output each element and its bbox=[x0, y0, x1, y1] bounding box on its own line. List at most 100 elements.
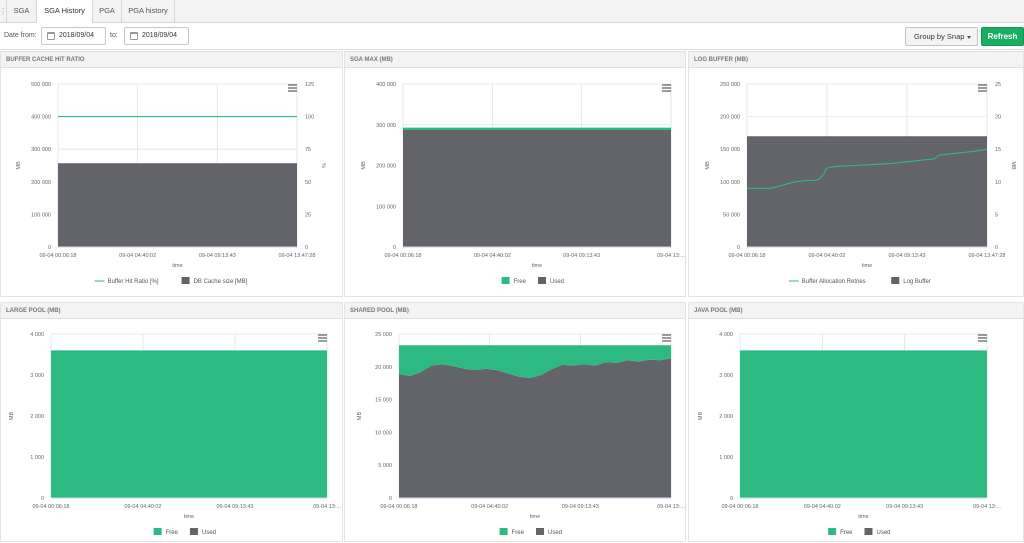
panel-title: SHARED POOL (MB) bbox=[345, 303, 685, 319]
legend-swatch bbox=[154, 528, 162, 535]
legend-swatch bbox=[865, 528, 873, 535]
chevron-down-icon bbox=[967, 36, 971, 39]
area-used bbox=[403, 130, 671, 247]
y-tick-label: 100 000 bbox=[720, 180, 740, 186]
tab-bar: ⋮ SGA SGA History PGA PGA history bbox=[0, 0, 1024, 23]
legend-label: Free bbox=[166, 530, 179, 536]
chart-log-buffer: 250 000200 000150 000100 00050 000025201… bbox=[689, 69, 1024, 298]
y-tick-label: 0 bbox=[48, 245, 51, 251]
menu-icon[interactable] bbox=[978, 335, 987, 341]
y2-tick-label: 10 bbox=[995, 180, 1001, 186]
x-tick-label: 09-04 13:47:28 bbox=[278, 253, 315, 259]
menu-icon[interactable] bbox=[978, 85, 987, 91]
y2-axis-title: % bbox=[320, 163, 326, 168]
chart-sga-max: 400 000300 000200 000100 0000MB09-04 00:… bbox=[345, 69, 687, 298]
x-tick-label: 09-04 13:... bbox=[313, 504, 341, 510]
y2-tick-label: 25 bbox=[995, 82, 1001, 88]
date-from-label: Date from: bbox=[4, 32, 37, 39]
y2-axis-title: MB bbox=[1010, 161, 1016, 170]
x-tick-label: 09-04 00:06:18 bbox=[380, 504, 417, 510]
panel-shared-pool: SHARED POOL (MB) 25 00020 00015 00010 00… bbox=[344, 302, 686, 542]
legend-label: Used bbox=[877, 530, 891, 536]
x-tick-label: 09-04 00:06:18 bbox=[721, 504, 758, 510]
y2-tick-label: 20 bbox=[995, 115, 1001, 121]
x-tick-label: 09-04 09:13:43 bbox=[216, 504, 253, 510]
legend-label: Buffer Allocation Retries bbox=[802, 279, 866, 285]
y-tick-label: 100 000 bbox=[376, 204, 396, 210]
tab-pga[interactable]: PGA bbox=[93, 0, 122, 23]
x-tick-label: 09-04 13:... bbox=[657, 504, 685, 510]
x-tick-label: 09-04 04:40:02 bbox=[474, 253, 511, 259]
y2-tick-label: 75 bbox=[305, 147, 311, 153]
y2-tick-label: 100 bbox=[305, 115, 314, 121]
y2-tick-label: 15 bbox=[995, 147, 1001, 153]
y-tick-label: 0 bbox=[389, 496, 392, 502]
y-tick-label: 15 000 bbox=[375, 398, 392, 404]
chart-buffer-cache: 500 000400 000300 000200 000100 00001251… bbox=[1, 69, 344, 298]
x-tick-label: 09-04 00:06:18 bbox=[32, 504, 69, 510]
x-axis-title: time bbox=[862, 263, 872, 269]
x-tick-label: 09-04 00:06:18 bbox=[39, 253, 76, 259]
calendar-icon[interactable] bbox=[47, 32, 55, 40]
panel-log-buffer: LOG BUFFER (MB) 250 000200 000150 000100… bbox=[688, 51, 1024, 297]
x-tick-label: 09-04 13:... bbox=[973, 504, 1001, 510]
area-free bbox=[403, 128, 671, 130]
menu-icon[interactable] bbox=[288, 85, 297, 91]
y-axis-title: MB bbox=[361, 161, 367, 170]
legend-label: Buffer Hit Ratio [%] bbox=[108, 279, 159, 285]
y-tick-label: 0 bbox=[737, 245, 740, 251]
x-tick-label: 09-04 04:40:02 bbox=[804, 504, 841, 510]
area-used bbox=[399, 358, 671, 498]
y-tick-label: 500 000 bbox=[31, 82, 51, 88]
y-tick-label: 150 000 bbox=[720, 147, 740, 153]
group-by-select[interactable]: Group by Snap bbox=[905, 27, 978, 46]
y-tick-label: 2 000 bbox=[719, 414, 733, 420]
tab-grip-icon[interactable]: ⋮ bbox=[0, 0, 7, 23]
date-to-value: 2018/09/04 bbox=[142, 32, 177, 39]
y2-tick-label: 125 bbox=[305, 82, 314, 88]
refresh-button[interactable]: Refresh bbox=[981, 27, 1024, 46]
legend-swatch bbox=[500, 528, 508, 535]
area-free bbox=[51, 350, 327, 498]
y2-tick-label: 0 bbox=[305, 245, 308, 251]
menu-icon[interactable] bbox=[318, 335, 327, 341]
chart-java-pool: 4 0003 0002 0001 0000MB09-04 00:06:1809-… bbox=[689, 320, 1024, 543]
legend-swatch bbox=[828, 528, 836, 535]
y2-tick-label: 0 bbox=[995, 245, 998, 251]
y-axis-title: MB bbox=[698, 412, 704, 421]
chart-shared-pool: 25 00020 00015 00010 0005 0000MB09-04 00… bbox=[345, 320, 687, 543]
y-tick-label: 200 000 bbox=[376, 164, 396, 170]
tab-sga-history[interactable]: SGA History bbox=[37, 0, 93, 24]
y-tick-label: 4 000 bbox=[719, 332, 733, 338]
date-from-field[interactable]: 2018/09/04 bbox=[41, 27, 106, 45]
y-tick-label: 200 000 bbox=[31, 180, 51, 186]
calendar-icon[interactable] bbox=[130, 32, 138, 40]
x-tick-label: 09-04 09:13:43 bbox=[562, 504, 599, 510]
legend-label: Free bbox=[512, 530, 525, 536]
group-by-value: Group by Snap bbox=[914, 32, 964, 41]
tab-pga-history[interactable]: PGA history bbox=[122, 0, 175, 23]
y-tick-label: 10 000 bbox=[375, 430, 392, 436]
menu-icon[interactable] bbox=[662, 85, 671, 91]
menu-icon[interactable] bbox=[662, 335, 671, 341]
y2-tick-label: 25 bbox=[305, 212, 311, 218]
panel-title: BUFFER CACHE HIT RATIO bbox=[1, 52, 342, 68]
legend-swatch bbox=[538, 277, 546, 284]
tab-sga[interactable]: SGA bbox=[7, 0, 37, 23]
panel-title: LOG BUFFER (MB) bbox=[689, 52, 1023, 68]
x-axis-title: time bbox=[530, 514, 540, 520]
legend-swatch bbox=[190, 528, 198, 535]
panel-java-pool: JAVA POOL (MB) 4 0003 0002 0001 0000MB09… bbox=[688, 302, 1024, 542]
y-tick-label: 0 bbox=[730, 496, 733, 502]
legend-swatch bbox=[891, 277, 899, 284]
x-axis-title: time bbox=[532, 263, 542, 269]
panel-title: JAVA POOL (MB) bbox=[689, 303, 1023, 319]
area-free bbox=[740, 350, 987, 497]
date-to-field[interactable]: 2018/09/04 bbox=[124, 27, 189, 45]
x-tick-label: 09-04 13:47:28 bbox=[968, 253, 1005, 259]
panel-title: LARGE POOL (MB) bbox=[1, 303, 342, 319]
date-to-label: to: bbox=[110, 32, 118, 39]
y-tick-label: 400 000 bbox=[376, 82, 396, 88]
panel-large-pool: LARGE POOL (MB) 4 0003 0002 0001 0000MB0… bbox=[0, 302, 343, 542]
y-tick-label: 1 000 bbox=[719, 455, 733, 461]
